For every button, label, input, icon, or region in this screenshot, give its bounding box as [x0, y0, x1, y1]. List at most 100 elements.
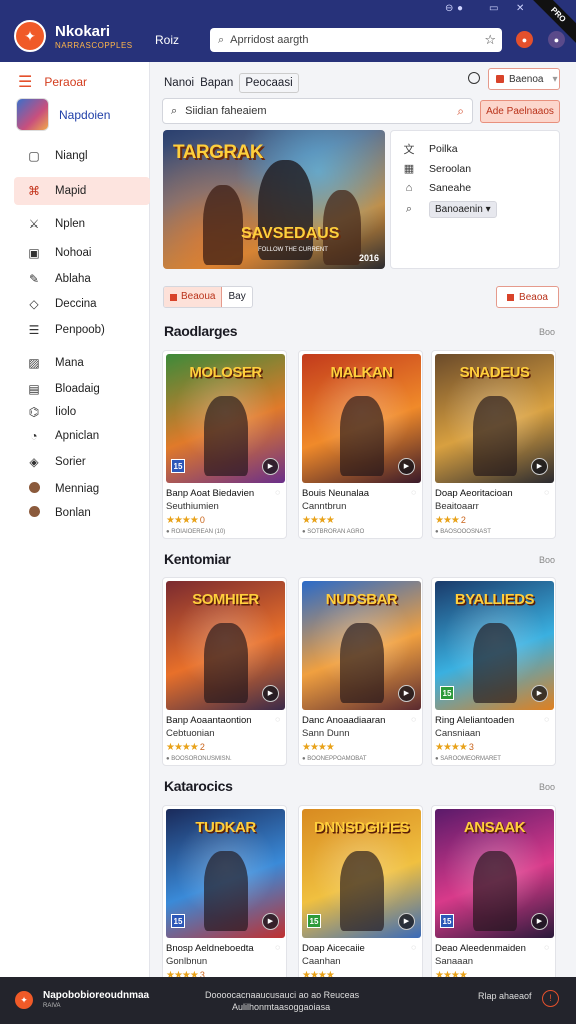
toggle-option[interactable]: Bay: [222, 287, 251, 307]
breadcrumb-item[interactable]: Nanoi: [164, 77, 194, 89]
panel-item[interactable]: ⌕ Banoaenin ▾: [403, 201, 497, 218]
star-rating: ★★★★: [302, 742, 336, 753]
game-title[interactable]: Doap Aicecaiie: [302, 943, 365, 954]
game-cover-art[interactable]: MALKAN ▶: [302, 354, 421, 483]
sidebar-item-mana[interactable]: ▨ Mana: [0, 349, 150, 377]
play-icon[interactable]: ▶: [398, 913, 415, 930]
wishlist-icon[interactable]: ◌: [275, 488, 280, 497]
game-cover-art[interactable]: ANSAAK 15 ▶: [435, 809, 554, 938]
maximize-icon[interactable]: ▭: [489, 3, 498, 14]
wishlist-icon[interactable]: ◌: [544, 715, 549, 724]
game-meta: ● BOOSORONUSMISN.: [166, 756, 232, 762]
sidebar-item-label: Deccina: [55, 298, 97, 310]
wishlist-icon[interactable]: ◌: [544, 943, 549, 952]
breadcrumb-item[interactable]: Peocaasi: [239, 73, 299, 93]
footer-logo-icon[interactable]: ✦: [15, 991, 33, 1009]
wishlist-icon[interactable]: ◌: [544, 488, 549, 497]
sidebar-item-nplen[interactable]: ⚔ Nplen: [0, 210, 150, 238]
toggle-option-active[interactable]: Beaoua: [164, 287, 223, 307]
sidebar-item-nohoai[interactable]: ▣ Nohoai: [0, 239, 150, 267]
game-card[interactable]: DNNSDGIHES 15 ▶ Doap Aicecaiie ◌ Caanhan ★★★★: [298, 805, 423, 994]
top-header: ⊖ ● ▭ ✕ PRO ✦ Nkokari NARRASCOPPLES Roiz…: [0, 0, 576, 62]
sidebar-item-niangl[interactable]: ▢ Niangl: [0, 142, 150, 170]
game-card[interactable]: MALKAN ▶ Bouis Neunalaa ◌ Canntbrun ★★★★ ● SOT…: [298, 350, 423, 539]
sidebar-item-mapid[interactable]: ⌘ Mapid: [14, 177, 150, 205]
wishlist-icon[interactable]: ◌: [275, 715, 280, 724]
global-search-input[interactable]: ⌕ Aprridost aargth ☆: [210, 28, 502, 52]
toggle-icon[interactable]: ●: [457, 3, 463, 14]
sidebar-item-ablaha[interactable]: ✎ Ablaha: [0, 265, 150, 293]
game-card[interactable]: ANSAAK 15 ▶ Deao Aleedenmaiden ◌ Sanaaan ★★★★: [431, 805, 556, 994]
close-icon[interactable]: ✕: [516, 3, 524, 14]
app-logo-icon[interactable]: ✦: [14, 20, 46, 52]
panel-item[interactable]: ⌂ Saneahe: [403, 182, 471, 194]
game-cover-art[interactable]: SNADEUS ▶: [435, 354, 554, 483]
app-brand-sub: NARRASCOPPLES: [55, 41, 133, 50]
menu-icon[interactable]: ☰: [18, 72, 32, 92]
sidebar-item-bonlan[interactable]: Bonlan: [0, 499, 150, 527]
action-button[interactable]: Beaoa: [496, 286, 559, 308]
help-icon[interactable]: !: [542, 990, 559, 1007]
game-card[interactable]: SOMHIER ▶ Banp Aoaantaontion ◌ Cebtuonian ★★★…: [162, 577, 287, 766]
game-card[interactable]: SNADEUS ▶ Doap Aeoritacioan ◌ Beaitoaarr ★★★ 2…: [431, 350, 556, 539]
notification-icon[interactable]: ●: [516, 31, 533, 48]
game-title[interactable]: Ring Aleliantoaden: [435, 715, 514, 726]
game-title[interactable]: Bouis Neunalaa: [302, 488, 369, 499]
bookmark-star-icon[interactable]: ☆: [484, 32, 496, 48]
panel-item[interactable]: ▦ Seroolan: [403, 162, 472, 176]
play-icon[interactable]: ▶: [398, 458, 415, 475]
play-icon[interactable]: ▶: [398, 685, 415, 702]
view-toggle[interactable]: Beaoua Bay: [163, 286, 253, 308]
game-cover-art[interactable]: MOLOSER 15 ▶: [166, 354, 285, 483]
game-cover-art[interactable]: TUDKAR 15 ▶: [166, 809, 285, 938]
section-see-more-link[interactable]: Boo: [539, 782, 555, 792]
sidebar-item-deccina[interactable]: ◇ Deccina: [0, 290, 150, 318]
game-cover-art[interactable]: NUDSBAR ▶: [302, 581, 421, 710]
profile-icon[interactable]: ●: [548, 31, 565, 48]
game-cover-art[interactable]: DNNSDGIHES 15 ▶: [302, 809, 421, 938]
wishlist-icon[interactable]: ◌: [411, 715, 416, 724]
minimize-icon[interactable]: ⊖: [445, 3, 453, 14]
sidebar-item-penpoob[interactable]: ☰ Penpoob): [0, 316, 150, 344]
play-icon[interactable]: ▶: [531, 458, 548, 475]
sort-dropdown[interactable]: Baenoa ▾: [488, 68, 560, 90]
breadcrumb-item[interactable]: Bapan: [200, 77, 233, 89]
sidebar-header[interactable]: ☰ Peraoar: [18, 72, 87, 92]
user-profile[interactable]: Napdoien: [16, 98, 110, 131]
game-cover-art[interactable]: BYALLIEDS 15 ▶: [435, 581, 554, 710]
featured-banner[interactable]: TARGRAK SAVSEDAUS FOLLOW THE CURRENT 201…: [163, 130, 385, 269]
section-see-more-link[interactable]: Boo: [539, 327, 555, 337]
game-title[interactable]: Bnosp Aeldneboedta: [166, 943, 254, 954]
nav-link[interactable]: Roiz: [155, 33, 179, 47]
game-cover-art[interactable]: SOMHIER ▶: [166, 581, 285, 710]
footer-link[interactable]: Rlap ahaeaof: [478, 991, 532, 1001]
panel-item-label: Seroolan: [429, 162, 472, 175]
status-ring-icon[interactable]: [468, 72, 480, 84]
wishlist-icon[interactable]: ◌: [411, 943, 416, 952]
game-card[interactable]: MOLOSER 15 ▶ Banp Aoat Biedavien ◌ Seuthiumie…: [162, 350, 287, 539]
play-icon[interactable]: ▶: [262, 458, 279, 475]
panel-item[interactable]: 文 Poilka: [403, 141, 458, 157]
panel-select[interactable]: Banoaenin ▾: [429, 201, 497, 218]
game-title[interactable]: Banp Aoat Biedavien: [166, 488, 254, 499]
wishlist-icon[interactable]: ◌: [411, 488, 416, 497]
game-title[interactable]: Deao Aleedenmaiden: [435, 943, 526, 954]
sidebar-item-sorier[interactable]: ◈ Sorier: [0, 448, 150, 476]
wishlist-icon[interactable]: ◌: [275, 943, 280, 952]
sidebar-item-apniclan[interactable]: ◔ Apniclan: [0, 422, 150, 450]
play-icon[interactable]: ▶: [262, 913, 279, 930]
game-card[interactable]: BYALLIEDS 15 ▶ Ring Aleliantoaden ◌ Cansniaan…: [431, 577, 556, 766]
sidebar-item-label: Penpoob): [55, 324, 105, 336]
play-icon[interactable]: ▶: [531, 685, 548, 702]
search-submit-icon[interactable]: ⌕: [457, 104, 464, 119]
game-card[interactable]: TUDKAR 15 ▶ Bnosp Aeldneboedta ◌ Gonlbnun ★★★★…: [162, 805, 287, 994]
game-title[interactable]: Banp Aoaantaontion: [166, 715, 252, 726]
content-search-input[interactable]: ⌕ Siidian faheaiem ⌕: [162, 98, 473, 124]
game-card[interactable]: NUDSBAR ▶ Danc Anoaadiaaran ◌ Sann Dunn ★★★★ ●…: [298, 577, 423, 766]
play-icon[interactable]: ▶: [262, 685, 279, 702]
filter-button[interactable]: Ade Paelnaaos: [480, 100, 560, 123]
game-title[interactable]: Danc Anoaadiaaran: [302, 715, 385, 726]
section-see-more-link[interactable]: Boo: [539, 555, 555, 565]
play-icon[interactable]: ▶: [531, 913, 548, 930]
game-title[interactable]: Doap Aeoritacioan: [435, 488, 513, 499]
